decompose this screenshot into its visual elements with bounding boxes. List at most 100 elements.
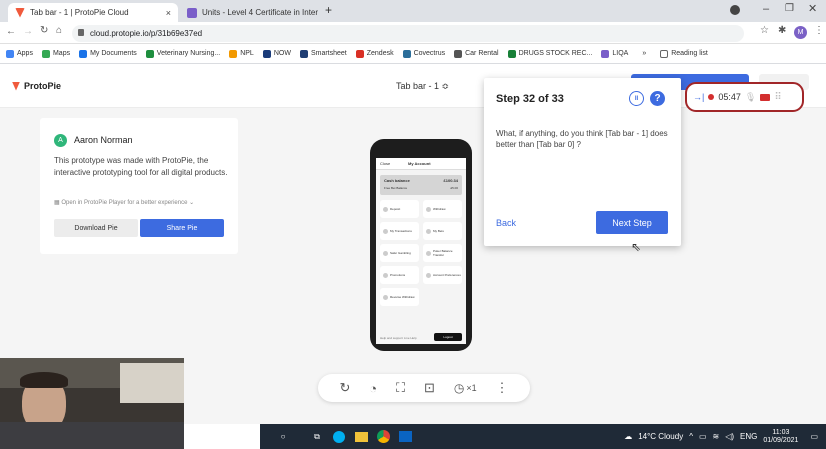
back-button[interactable]: Back <box>496 218 516 228</box>
reload-icon[interactable]: ↻ <box>40 25 48 36</box>
bookmark-label: My Documents <box>90 50 137 57</box>
weather-text[interactable]: 14°C Cloudy <box>638 432 683 441</box>
next-step-button[interactable]: Next Step <box>596 211 668 234</box>
bookmark-liqa[interactable]: LIQA <box>601 49 629 58</box>
tab-protopie[interactable]: Tab bar - 1 | ProtoPie Cloud × <box>8 3 178 22</box>
promotions-button[interactable]: Promotions <box>380 266 419 284</box>
clock[interactable]: 11:03 01/09/2021 <box>763 429 798 445</box>
replay-icon[interactable]: ↻ <box>339 380 350 396</box>
bookmark-label: Veterinary Nursing... <box>156 50 221 57</box>
document-title[interactable]: Tab bar - 1 ≎ <box>396 81 449 92</box>
bookmark-maps[interactable]: Maps <box>41 49 71 58</box>
reading-list-button[interactable]: Reading list <box>660 49 708 58</box>
bookmark-label: NOW <box>273 50 291 57</box>
profile-avatar[interactable]: M <box>794 26 807 39</box>
url-text: cloud.protopie.io/p/31b69e37ed <box>90 29 203 38</box>
outlook-icon[interactable] <box>394 424 416 449</box>
bookmark-covectrus[interactable]: Covectrus <box>402 49 445 58</box>
bookmark-label: Car Rental <box>465 50 499 57</box>
live-help-link[interactable]: Live Help <box>404 336 417 340</box>
url-field[interactable]: cloud.protopie.io/p/31b69e37ed <box>72 25 744 42</box>
drag-handle-icon[interactable]: ⠿ <box>774 92 781 103</box>
microphone-icon[interactable]: 🎙 <box>745 92 756 103</box>
chrome-icon[interactable] <box>372 424 394 449</box>
tab-close-icon[interactable]: × <box>166 8 171 18</box>
new-tab-button[interactable]: + <box>325 3 332 17</box>
file-explorer-icon[interactable] <box>350 424 372 449</box>
protopie-logo-icon <box>12 81 20 91</box>
logout-button[interactable]: Logout <box>434 333 462 341</box>
mouse-cursor-icon: ⇖ <box>631 240 642 254</box>
home-icon[interactable]: ⌂ <box>56 25 62 36</box>
battery-icon[interactable]: ▭ <box>699 432 707 441</box>
browser-tab-strip: Tab bar - 1 | ProtoPie Cloud × Units - L… <box>0 0 826 22</box>
deposit-button[interactable]: Deposit <box>380 200 419 218</box>
browser-menu-icon[interactable]: ⋮ <box>814 25 824 36</box>
safer-gambling-button[interactable]: Safer Gambling <box>380 244 419 262</box>
reverse-withdraw-button[interactable]: Reverse Withdraw <box>380 288 419 306</box>
help-icon[interactable]: ? <box>650 91 665 106</box>
bookmarks-overflow[interactable]: » <box>642 50 646 57</box>
forward-arrow-icon[interactable]: → <box>23 26 33 37</box>
wifi-icon[interactable]: ≋ <box>713 432 720 441</box>
fit-screen-icon[interactable]: ⛶ <box>396 380 405 396</box>
notifications-icon[interactable]: ▭ <box>810 432 818 441</box>
bookmark-label: Maps <box>52 50 71 57</box>
maximize-icon[interactable]: ❐ <box>785 3 794 14</box>
help-support-link[interactable]: Help and support <box>380 336 403 340</box>
bookmark-apps[interactable]: Apps <box>6 49 33 58</box>
download-pie-button[interactable]: Download Pie <box>54 219 138 237</box>
chevron-down-icon: ⌄ <box>187 200 195 206</box>
sheet-icon <box>507 49 516 58</box>
screen-close-link[interactable]: Close <box>380 161 390 166</box>
my-transactions-button[interactable]: My Transactions <box>380 222 419 240</box>
bookmark-drugs-stock[interactable]: DRUGS STOCK REC... <box>507 49 592 58</box>
more-options-icon[interactable]: ⋮ <box>496 380 509 396</box>
open-in-player-hint[interactable]: ▦ Open in ProtoPie Player for a better e… <box>54 199 194 206</box>
bookmark-my-documents[interactable]: My Documents <box>79 49 137 58</box>
skype-icon[interactable] <box>328 424 350 449</box>
pause-icon[interactable]: II <box>629 91 644 106</box>
clock-date: 01/09/2021 <box>763 436 799 444</box>
language-indicator[interactable]: ENG <box>740 432 757 441</box>
zendesk-icon <box>355 49 364 58</box>
reading-list-icon <box>660 49 669 58</box>
free-bet-value: £5.00 <box>450 186 458 190</box>
camera-icon[interactable] <box>760 93 771 101</box>
star-icon[interactable]: ☆ <box>760 25 769 36</box>
profile-dot-icon[interactable] <box>730 5 740 15</box>
withdraw-button[interactable]: Withdraw <box>423 200 462 218</box>
phone-screen[interactable]: Close My Account Cash balance £100.34 Fr… <box>376 158 466 344</box>
tray-chevron-icon[interactable]: ^ <box>689 432 693 441</box>
touch-indicator-icon[interactable]: ◔ <box>369 381 377 396</box>
volume-icon[interactable]: ◁) <box>725 432 734 441</box>
my-bets-button[interactable]: My Bets <box>423 222 462 240</box>
bookmark-label: NPL <box>240 50 254 57</box>
back-arrow-icon[interactable]: ← <box>6 26 16 37</box>
bookmark-zendesk[interactable]: Zendesk <box>355 49 394 58</box>
bookmark-npl[interactable]: NPL <box>229 49 254 58</box>
device-frame-icon[interactable]: ⊡ <box>424 380 435 396</box>
lock-icon <box>78 29 84 36</box>
speed-control[interactable]: ◷ ×1 <box>454 381 477 395</box>
npl-icon <box>229 49 238 58</box>
account-preferences-button[interactable]: Account Preferences <box>423 266 462 284</box>
collapse-arrow-icon[interactable]: →| <box>693 92 704 102</box>
window-close-icon[interactable]: ✕ <box>808 2 817 15</box>
bookmark-car-rental[interactable]: Car Rental <box>454 49 499 58</box>
bookmark-now[interactable]: NOW <box>262 49 291 58</box>
cash-balance-value: £100.34 <box>443 178 458 183</box>
bookmark-label: Apps <box>17 50 33 57</box>
task-view-icon[interactable]: ⧉ <box>306 424 328 449</box>
poker-balance-button[interactable]: Poker Balance Transfer <box>423 244 462 262</box>
protopie-logo[interactable]: ProtoPie <box>12 81 61 91</box>
bookmark-smartsheet[interactable]: Smartsheet <box>299 49 347 58</box>
bookmark-label: LIQA <box>612 50 629 57</box>
tab-units[interactable]: Units - Level 4 Certificate in Inter × <box>180 3 320 22</box>
bookmark-veterinary[interactable]: Veterinary Nursing... <box>145 49 221 58</box>
minimize-icon[interactable]: – <box>763 3 769 15</box>
share-pie-button[interactable]: Share Pie <box>140 219 224 237</box>
apps-grid-icon <box>6 49 14 58</box>
search-circle-icon[interactable]: ○ <box>260 424 306 449</box>
extensions-icon[interactable]: ✱ <box>778 25 786 36</box>
